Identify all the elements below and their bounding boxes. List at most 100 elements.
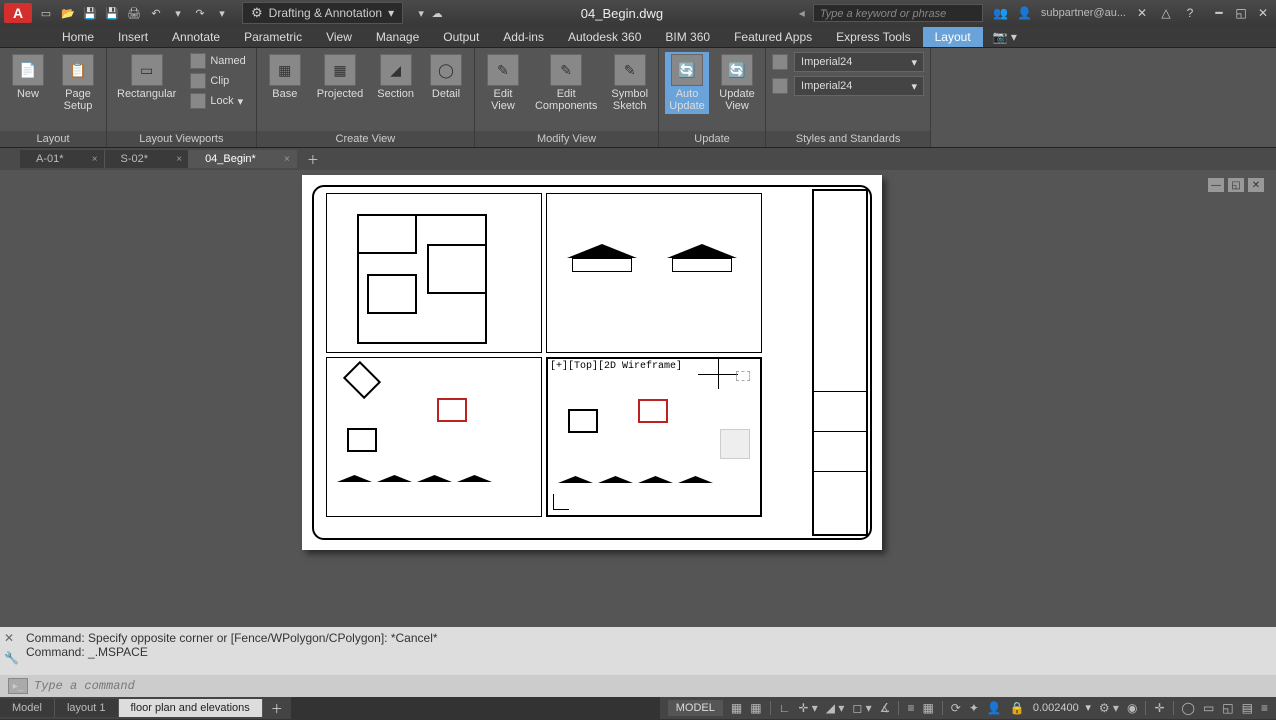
qat-customize-icon[interactable]: ▾ (413, 5, 429, 21)
cycling-icon[interactable]: ⟳ (951, 701, 961, 715)
style-dropdown-2[interactable]: Imperial24▾ (794, 76, 924, 96)
model-paper-toggle[interactable]: MODEL (668, 700, 723, 716)
hardware-accel-icon[interactable]: ◉ (1127, 701, 1137, 715)
new-layout-button[interactable]: 📄New (6, 52, 50, 102)
isodraft-icon[interactable]: ◢ ▾ (826, 701, 845, 715)
layout-tab-model[interactable]: Model (0, 699, 55, 717)
close-icon[interactable]: × (176, 154, 182, 165)
signin-icon[interactable]: 👤 (1017, 5, 1033, 21)
annotation-monitor-icon[interactable]: ✦ (969, 701, 979, 715)
graph-perf-icon[interactable]: ◱ (1222, 701, 1233, 715)
lock-button[interactable]: Lock ▾ (186, 92, 249, 110)
restore-button[interactable]: ◱ (1232, 5, 1250, 21)
section-button[interactable]: ◢Section (373, 52, 418, 102)
redo-dropdown-icon[interactable]: ▾ (214, 5, 230, 21)
cmd-prompt-icon[interactable]: ▸_ (8, 678, 28, 694)
undo-dropdown-icon[interactable]: ▾ (170, 5, 186, 21)
command-input[interactable]: Type a command (34, 679, 1268, 693)
style-icon-2[interactable] (772, 78, 788, 94)
close-button[interactable]: ✕ (1254, 5, 1272, 21)
viewport-plan[interactable] (326, 193, 542, 353)
polar-icon[interactable]: ✛ ▾ (798, 701, 817, 715)
tab-autodesk360[interactable]: Autodesk 360 (556, 27, 653, 47)
app-menu-icon[interactable]: A (4, 3, 32, 23)
transparency-icon[interactable]: ▦ (922, 701, 933, 715)
page-setup-button[interactable]: 📋Page Setup (56, 52, 100, 114)
cmd-settings-icon[interactable]: 🔧 (4, 651, 18, 665)
redo-icon[interactable]: ↷ (192, 5, 208, 21)
file-tab-s02[interactable]: S-02*× (105, 150, 190, 168)
tab-express[interactable]: Express Tools (824, 27, 922, 47)
tab-home[interactable]: Home (50, 27, 106, 47)
edit-components-button[interactable]: ✎Edit Components (531, 52, 601, 114)
tab-featured[interactable]: Featured Apps (722, 27, 824, 47)
close-icon[interactable]: × (284, 154, 290, 165)
user-label[interactable]: subpartner@au... (1041, 7, 1126, 19)
workspace-dropdown[interactable]: ⚙ Drafting & Annotation ▾ (242, 2, 403, 24)
add-file-tab[interactable]: ＋ (297, 148, 329, 171)
open-file-icon[interactable]: 📂 (60, 5, 76, 21)
file-tab-a01[interactable]: A-01*× (20, 150, 105, 168)
isolate-icon[interactable]: ✛ (1154, 701, 1164, 715)
scale-readout[interactable]: 0.002400 ▾ (1033, 701, 1091, 715)
tab-manage[interactable]: Manage (364, 27, 431, 47)
vp-close-button[interactable]: ✕ (1248, 178, 1264, 192)
help-icon[interactable]: ? (1182, 5, 1198, 21)
update-view-button[interactable]: 🔄Update View (715, 52, 759, 114)
layout-tab-floorplan[interactable]: floor plan and elevations (119, 699, 263, 717)
layout-tab-layout1[interactable]: layout 1 (55, 699, 119, 717)
lineweight-icon[interactable]: ≡ (907, 701, 914, 715)
minimize-button[interactable]: ━ (1210, 5, 1228, 21)
plot-icon[interactable]: 🖨 (126, 5, 142, 21)
tab-annotate[interactable]: Annotate (160, 27, 232, 47)
base-button[interactable]: ▦Base (263, 52, 307, 102)
saveas-icon[interactable]: 💾 (104, 5, 120, 21)
file-tab-04begin[interactable]: 04_Begin*× (189, 150, 297, 168)
vp-restore-button[interactable]: ◱ (1228, 178, 1244, 192)
autodesk-icon[interactable]: △ (1158, 5, 1174, 21)
workspace-switch-icon[interactable]: ⚙ ▾ (1099, 701, 1119, 715)
named-button[interactable]: Named (186, 52, 249, 70)
tab-output[interactable]: Output (431, 27, 491, 47)
tab-addins[interactable]: Add-ins (491, 27, 556, 47)
viewport-overview-1[interactable] (326, 357, 542, 517)
search-input[interactable]: Type a keyword or phrase (813, 4, 983, 22)
tab-insert[interactable]: Insert (106, 27, 160, 47)
infocenter-icon[interactable]: 👥 (993, 5, 1009, 21)
tab-parametric[interactable]: Parametric (232, 27, 314, 47)
new-file-icon[interactable]: ▭ (38, 5, 54, 21)
tab-layout[interactable]: Layout (923, 27, 983, 47)
tab-bim360[interactable]: BIM 360 (653, 27, 722, 47)
add-layout-tab[interactable]: ＋ (263, 697, 291, 720)
projected-button[interactable]: ▦Projected (313, 52, 367, 102)
symbol-sketch-button[interactable]: ✎Symbol Sketch (607, 52, 652, 114)
detail-button[interactable]: ◯Detail (424, 52, 468, 102)
tab-view[interactable]: View (314, 27, 364, 47)
edit-view-button[interactable]: ✎Edit View (481, 52, 525, 114)
ortho-icon[interactable]: ∟ (779, 701, 791, 715)
viewport-overview-2-active[interactable]: [+][Top][2D Wireframe] (546, 357, 762, 517)
close-icon[interactable]: × (92, 154, 98, 165)
save-icon[interactable]: 💾 (82, 5, 98, 21)
annotation-scale-icon[interactable]: 👤 (987, 701, 1002, 715)
viewport-label[interactable]: [+][Top][2D Wireframe] (550, 361, 682, 372)
rectangular-button[interactable]: ▭Rectangular (113, 52, 180, 102)
viewport-elevations[interactable] (546, 193, 762, 353)
exchange-icon[interactable]: ✕ (1134, 5, 1150, 21)
cloud-icon[interactable]: ☁ (429, 5, 445, 21)
snap-icon[interactable]: ▦ (750, 701, 761, 715)
tray-icon[interactable]: ▤ (1242, 701, 1253, 715)
ucs-icon[interactable] (553, 490, 573, 510)
undo-icon[interactable]: ↶ (148, 5, 164, 21)
clip-button[interactable]: Clip (186, 72, 249, 90)
otrack-icon[interactable]: ∡ (880, 701, 891, 715)
viewcube[interactable] (720, 429, 750, 459)
vp-minimize-button[interactable]: — (1208, 178, 1224, 192)
grid-icon[interactable]: ▦ (731, 701, 742, 715)
osnap-icon[interactable]: ◻ ▾ (852, 701, 871, 715)
style-icon-1[interactable] (772, 54, 788, 70)
menu-icon[interactable]: ≡ (1261, 701, 1268, 715)
cmd-close-icon[interactable]: ✕ (4, 631, 18, 645)
lock-ui-icon[interactable]: 🔒 (1010, 701, 1025, 715)
recent-arrow-icon[interactable]: ◂ (799, 6, 805, 20)
